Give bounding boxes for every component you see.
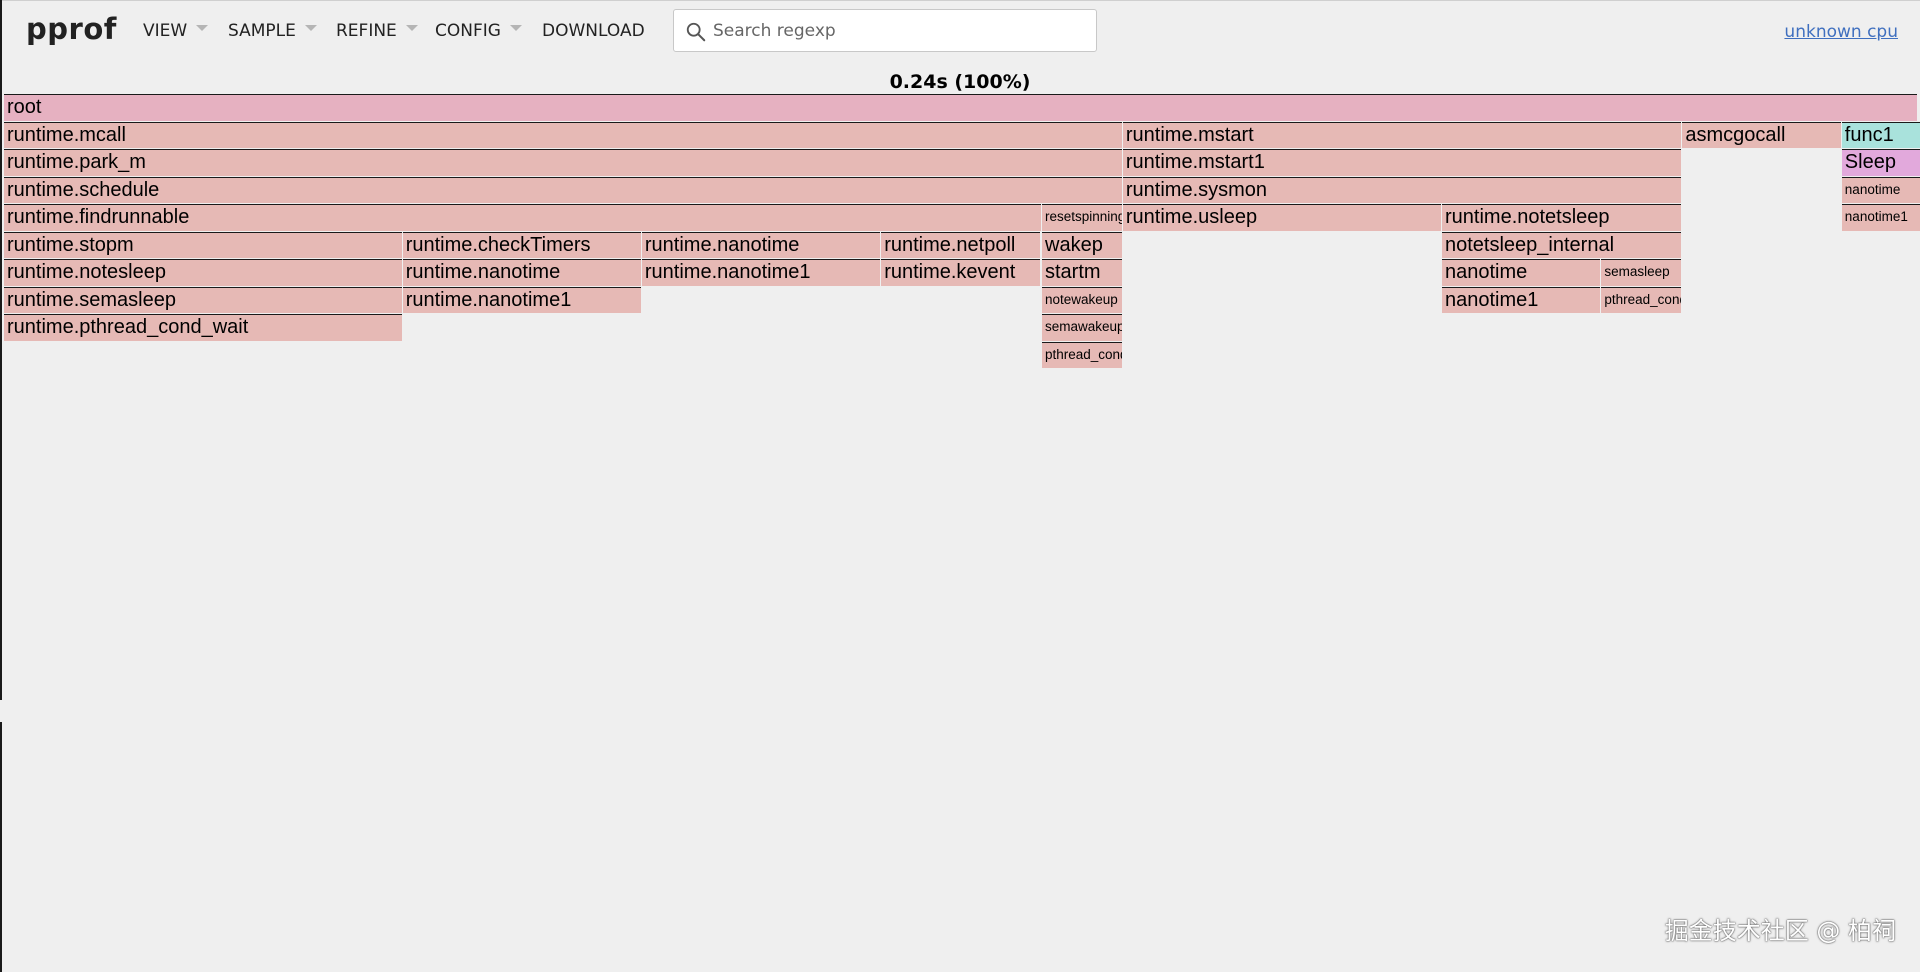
frame-semasleep2[interactable]: semasleep (1601, 259, 1682, 286)
frame-netpoll[interactable]: runtime.netpoll (881, 231, 1040, 258)
frame-sysmon[interactable]: runtime.sysmon (1122, 176, 1682, 203)
frame-mcall[interactable]: runtime.mcall (4, 121, 1122, 148)
frame-pthread_cond_wait[interactable]: runtime.pthread_cond_wait (4, 314, 402, 341)
frame-notesleep[interactable]: runtime.notesleep (4, 259, 402, 286)
frame-park_m[interactable]: runtime.park_m (4, 149, 1122, 176)
frame-notewakeup[interactable]: notewakeup (1042, 286, 1122, 313)
frame-semawakeup[interactable]: semawakeup (1042, 314, 1122, 341)
frame-nanotime1_b[interactable]: runtime.nanotime1 (402, 286, 641, 313)
frame-usleep[interactable]: runtime.usleep (1122, 204, 1441, 231)
frame-findrunnable[interactable]: runtime.findrunnable (4, 204, 1041, 231)
frame-notetsleep_internal[interactable]: notetsleep_internal (1442, 231, 1682, 258)
frame-startm[interactable]: startm (1042, 259, 1122, 286)
frame-sleep[interactable]: Sleep (1841, 149, 1920, 176)
frame-asmcgocall[interactable]: asmcgocall (1682, 121, 1841, 148)
frame-mstart[interactable]: runtime.mstart (1122, 121, 1682, 148)
frame-nanotime_a[interactable]: runtime.nanotime (641, 231, 881, 258)
frame-checkTimers[interactable]: runtime.checkTimers (402, 231, 641, 258)
frame-nanotime_d[interactable]: nanotime (1841, 176, 1920, 203)
frame-nanotime_c[interactable]: nanotime (1442, 259, 1601, 286)
frame-pthread_cond_signal[interactable]: pthread_cond_signal (1042, 341, 1122, 368)
frame-nanotime1_a[interactable]: runtime.nanotime1 (641, 259, 881, 286)
frame-resetspinning[interactable]: resetspinning (1042, 204, 1122, 231)
flamegraph: root runtime.mcall runtime.park_m runtime.s… (0, 0, 1920, 972)
frame-func1[interactable]: func1 (1841, 121, 1920, 148)
frame-wakep[interactable]: wakep (1042, 231, 1122, 258)
frame-nanotime1_c[interactable]: nanotime1 (1442, 286, 1601, 313)
watermark: 掘金技术社区 @ 柏祠 (1664, 917, 1896, 945)
frame-stopm[interactable]: runtime.stopm (4, 231, 402, 258)
frame-notetsleep[interactable]: runtime.notetsleep (1442, 204, 1682, 231)
frame-mstart1[interactable]: runtime.mstart1 (1122, 149, 1682, 176)
frame-schedule[interactable]: runtime.schedule (4, 176, 1122, 203)
frame-pthread_cond2[interactable]: pthread_cond_timedwait_relative_np (1601, 286, 1682, 313)
frame-semasleep[interactable]: runtime.semasleep (4, 286, 402, 313)
frame-root[interactable]: root (4, 94, 1917, 121)
frame-kevent[interactable]: runtime.kevent (881, 259, 1040, 286)
frame-nanotime1_d[interactable]: nanotime1 (1841, 204, 1920, 231)
frame-nanotime_b[interactable]: runtime.nanotime (402, 259, 641, 286)
